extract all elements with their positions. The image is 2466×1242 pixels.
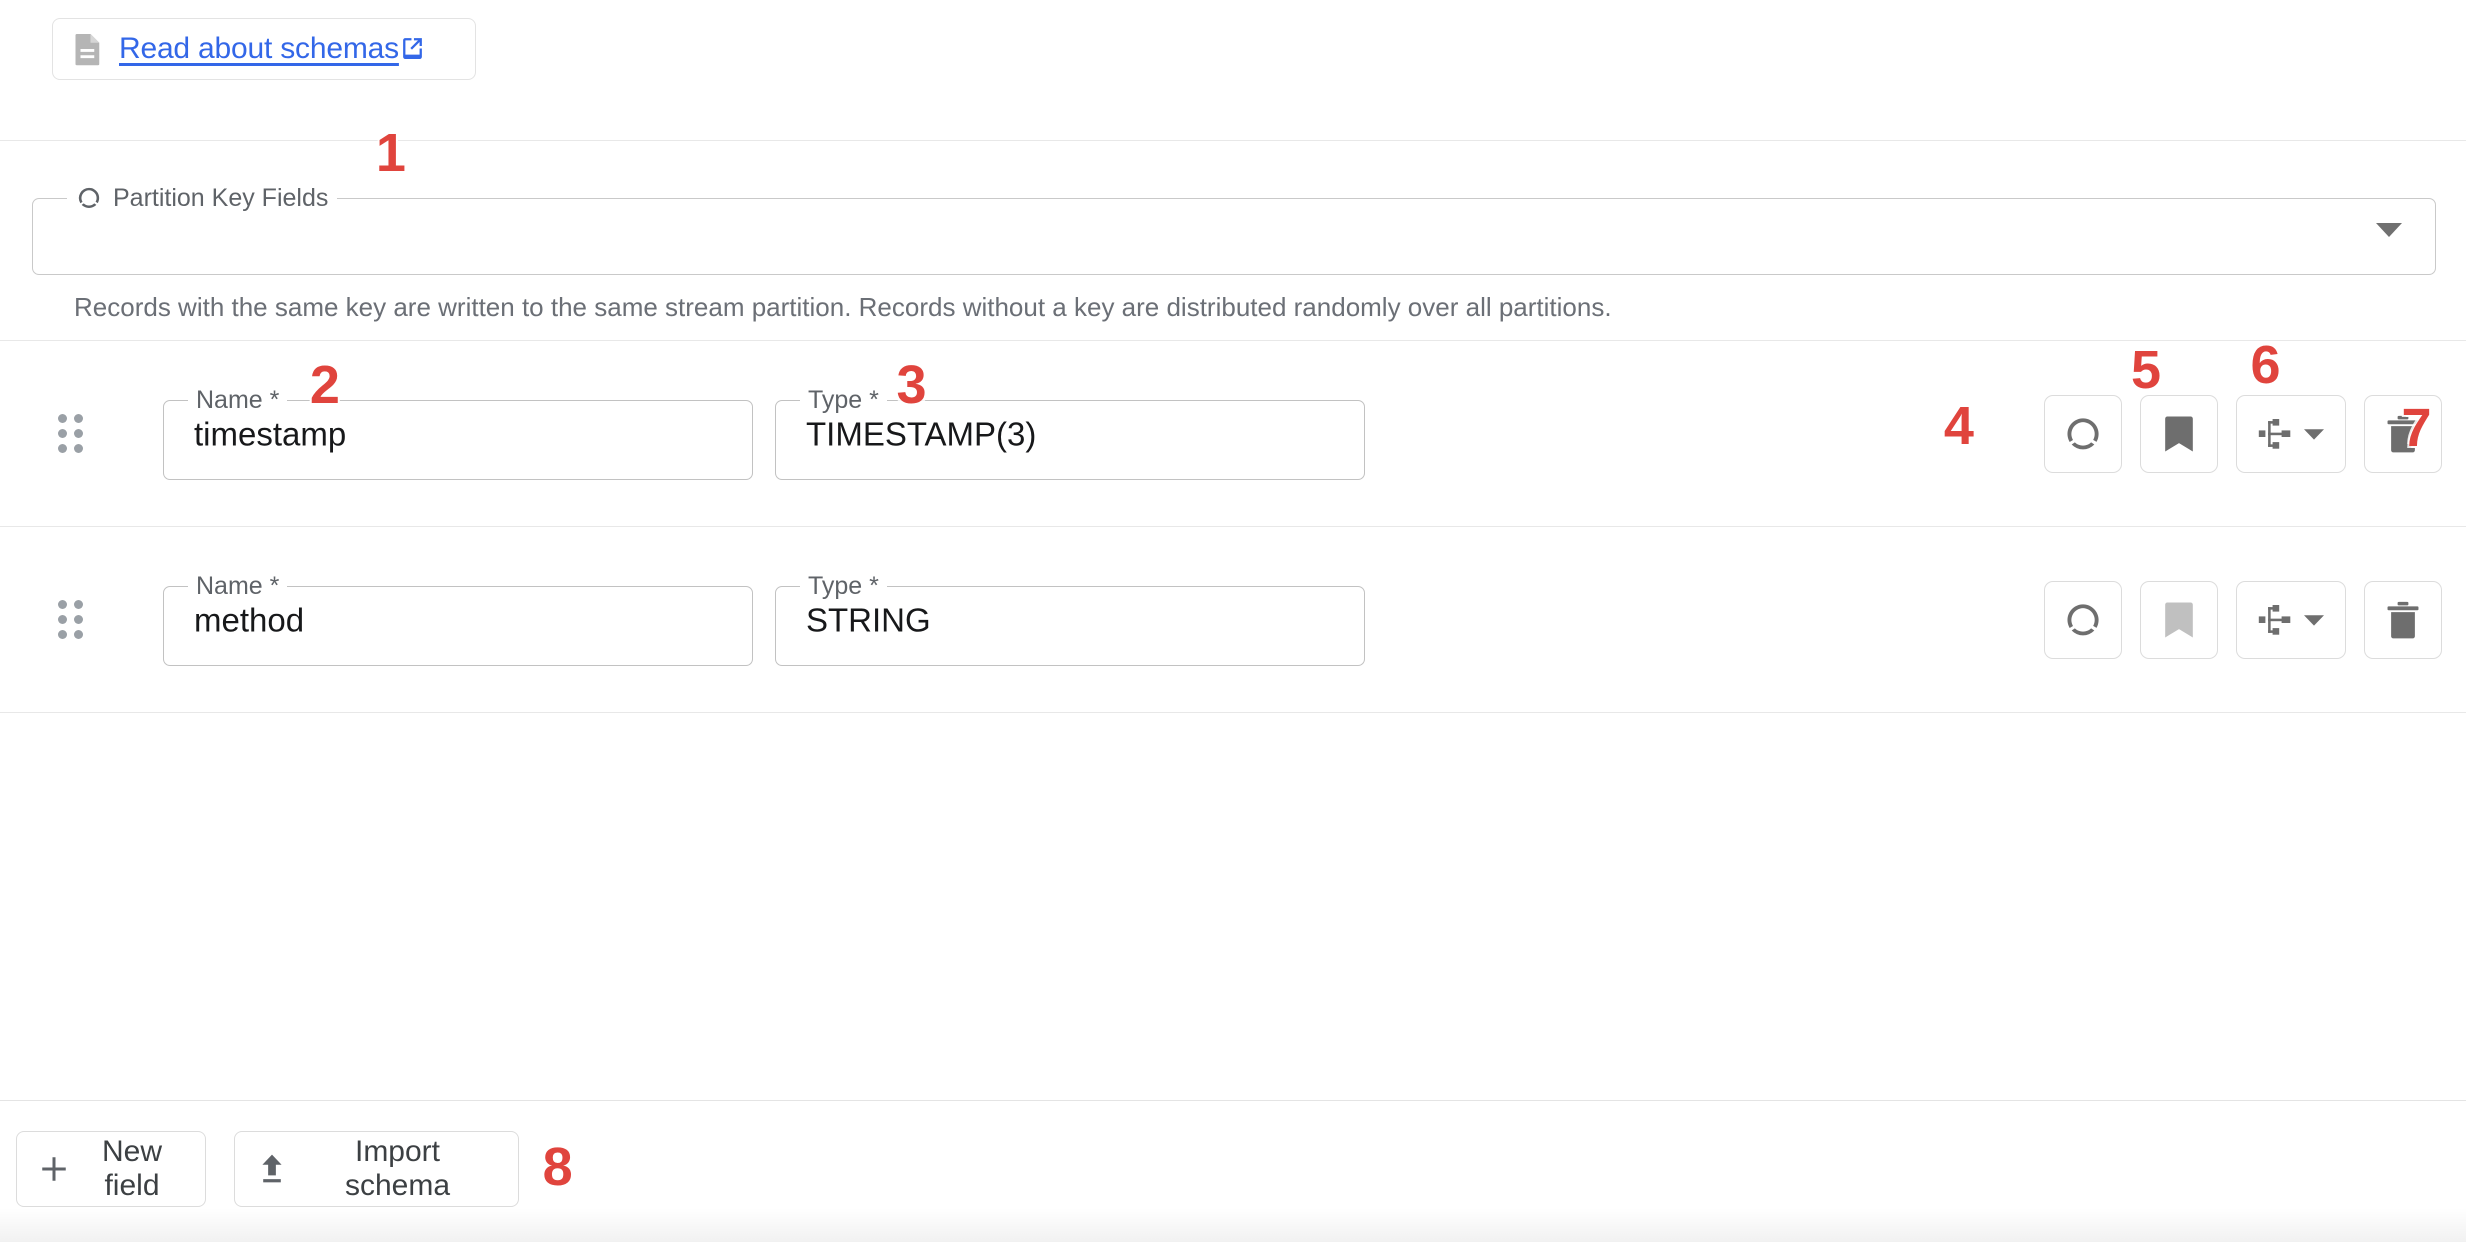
bookmark-icon (2165, 416, 2193, 451)
field-type-value: STRING (806, 601, 931, 638)
field-type-input[interactable]: Type * STRING (775, 571, 1365, 666)
partition-key-fields-legend-label: Partition Key Fields (113, 183, 329, 212)
new-field-button[interactable]: New field (16, 1131, 206, 1207)
chevron-down-icon (2304, 428, 2324, 440)
schema-type-button[interactable] (2236, 580, 2346, 659)
row-actions (2044, 394, 2442, 473)
editor-footer: New field Import schema (0, 1100, 2466, 1242)
bookmark-button[interactable] (2140, 394, 2218, 473)
field-type-input[interactable]: Type * TIMESTAMP(3) (775, 385, 1365, 480)
table-row: Name * timestamp Type * TIMESTAMP(3) (0, 341, 2466, 526)
field-type-label: Type * (808, 385, 879, 414)
new-field-label: New field (101, 1135, 162, 1202)
partition-key-helper-text: Records with the same key are written to… (74, 292, 1612, 322)
set-partition-key-button[interactable] (2044, 580, 2122, 659)
read-about-schemas-chip[interactable]: Read about schemas (52, 18, 476, 80)
chevron-down-icon[interactable] (2376, 223, 2402, 237)
field-name-label: Name * (196, 571, 280, 600)
partition-key-fields-legend: Partition Key Fields (67, 185, 337, 211)
read-about-schemas-label: Read about schemas (119, 32, 399, 65)
field-name-value: method (194, 601, 305, 638)
partition-key-fields-outline: Partition Key Fields (32, 185, 2436, 275)
divider-top (0, 140, 2466, 141)
partition-key-icon (2067, 417, 2099, 449)
field-name-label: Name * (196, 385, 280, 414)
table-row: Name * method Type * STRING (0, 527, 2466, 712)
set-partition-key-button[interactable] (2044, 394, 2122, 473)
field-name-input[interactable]: Name * method (163, 571, 753, 666)
field-type-value: TIMESTAMP(3) (806, 415, 1037, 452)
external-link-icon (403, 38, 422, 59)
import-schema-label: Import schema (344, 1135, 451, 1202)
partition-key-fields-select[interactable]: Partition Key Fields (32, 185, 2436, 275)
chevron-down-icon (2304, 614, 2324, 626)
field-name-input[interactable]: Name * timestamp (163, 385, 753, 480)
plus-icon (42, 1157, 66, 1181)
schema-hierarchy-icon (2258, 418, 2291, 449)
document-icon (75, 34, 100, 66)
drag-handle-icon[interactable] (58, 413, 84, 454)
drag-handle-icon[interactable] (58, 599, 84, 640)
field-type-label: Type * (808, 571, 879, 600)
bookmark-icon (2165, 602, 2193, 637)
trash-icon (2387, 601, 2419, 638)
read-about-schemas-link[interactable]: Read about schemas (119, 32, 425, 66)
delete-field-button[interactable] (2364, 580, 2442, 659)
upload-icon (262, 1154, 282, 1183)
field-name-value: timestamp (194, 415, 347, 452)
schema-hierarchy-icon (2258, 604, 2291, 635)
schema-editor-panel: Read about schemas Partition Key Fields … (0, 0, 2466, 1242)
partition-key-icon (2067, 603, 2099, 635)
schema-type-button[interactable] (2236, 394, 2346, 473)
trash-icon (2387, 415, 2419, 452)
divider-rows-bottom (0, 712, 2466, 713)
delete-field-button[interactable] (2364, 394, 2442, 473)
annotation-1: 1 (375, 122, 406, 183)
import-schema-button[interactable]: Import schema (234, 1131, 519, 1207)
partition-key-icon (78, 187, 100, 208)
bookmark-button[interactable] (2140, 580, 2218, 659)
row-actions (2044, 580, 2442, 659)
